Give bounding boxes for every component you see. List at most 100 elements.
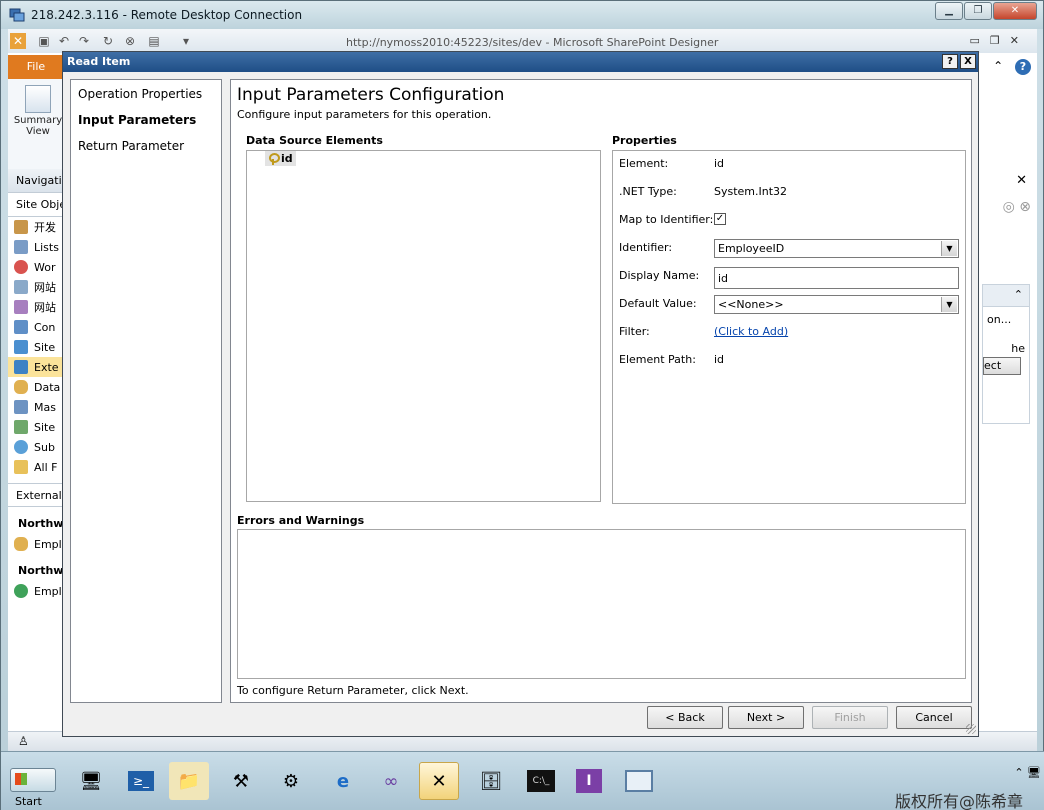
nav-operation-properties[interactable]: Operation Properties — [71, 84, 221, 104]
dialog-navigation: Operation Properties Input Parameters Re… — [70, 79, 222, 703]
cancel-button[interactable]: Cancel — [896, 706, 972, 729]
map-to-identifier-checkbox[interactable]: ✓ — [714, 213, 726, 225]
nav-item[interactable]: Employ — [8, 581, 62, 601]
dialog-titlebar: Read Item ? X — [63, 52, 978, 72]
refresh-icon[interactable]: ↻ — [100, 33, 116, 49]
nav-item[interactable]: Wor — [8, 257, 62, 277]
close-button[interactable]: X — [960, 54, 976, 69]
nav-item[interactable]: Site — [8, 417, 62, 437]
nav-item[interactable]: Data — [8, 377, 62, 397]
nav-item[interactable]: Mas — [8, 397, 62, 417]
undo-icon[interactable]: ↶ — [56, 33, 72, 49]
element-path-value: id — [714, 353, 725, 366]
tree-node-id[interactable]: id — [265, 151, 296, 166]
summary-view-label: Summary View — [13, 115, 63, 137]
start-button[interactable]: Start — [10, 768, 56, 808]
default-value-label: Default Value: — [619, 297, 697, 310]
properties-label: Properties — [612, 134, 677, 147]
finish-button[interactable]: Finish — [812, 706, 888, 729]
add-filter-link[interactable]: (Click to Add) — [714, 325, 788, 338]
workflow-icon — [14, 260, 28, 274]
net-type-label: .NET Type: — [619, 185, 677, 198]
redo-icon[interactable]: ↷ — [76, 33, 92, 49]
filter-label: Filter: — [619, 325, 650, 338]
data-source-elements-label: Data Source Elements — [246, 134, 383, 147]
chevron-down-icon: ▼ — [941, 297, 957, 312]
home-icon — [14, 220, 28, 234]
tools-icon[interactable]: ⚒ — [221, 762, 261, 800]
customize-qat-icon[interactable]: ▾ — [178, 33, 194, 49]
stop-icon[interactable]: ⊗ — [122, 33, 138, 49]
visual-studio-icon[interactable]: ∞ — [371, 762, 411, 800]
system-tray[interactable]: ⌃ 🖥 — [1014, 766, 1041, 779]
footer-note: To configure Return Parameter, click Nex… — [237, 684, 469, 697]
nav-item[interactable]: Sub — [8, 437, 62, 457]
errors-warnings-label: Errors and Warnings — [237, 514, 365, 527]
collapse-ribbon-icon[interactable]: ⌃ — [993, 59, 1003, 73]
display-name-field[interactable]: id — [714, 267, 959, 289]
network-icon[interactable]: 🗄 — [471, 762, 511, 800]
help-button[interactable]: ? — [942, 54, 958, 69]
help-icon[interactable]: ? — [1015, 59, 1031, 75]
refresh-close-icons[interactable]: ◎ ⊗ — [1003, 199, 1031, 215]
nav-item[interactable]: 网站 — [8, 297, 62, 317]
taskbar: Start 🖥 ≥_ 📁 ⚒ ⚙ e ∞ ✕ 🗄 C:\_ I ⌃ 🖥 版权所有… — [1, 751, 1044, 810]
dialog-main-panel: Input Parameters Configuration Configure… — [230, 79, 972, 703]
data-sources-icon — [14, 380, 28, 394]
identifier-dropdown[interactable]: EmployeeID ▼ — [714, 239, 959, 258]
navigation-header: Navigati — [8, 169, 62, 193]
summary-view-button[interactable]: Summary View — [10, 85, 66, 137]
close-icon[interactable]: ✕ — [1016, 173, 1027, 188]
file-tab[interactable]: File — [8, 55, 64, 79]
powershell-icon[interactable]: ≥_ — [121, 762, 161, 800]
server-manager-icon[interactable]: 🖥 — [71, 762, 111, 800]
site-groups-icon — [14, 420, 28, 434]
page-subtitle: Configure input parameters for this oper… — [237, 108, 492, 121]
assets-icon — [14, 300, 28, 314]
page-title: Input Parameters Configuration — [237, 85, 505, 105]
resize-grip[interactable] — [966, 724, 976, 734]
page-icon — [14, 280, 28, 294]
site-objects-header[interactable]: Site Obje — [8, 193, 62, 217]
save-icon[interactable]: ▣ — [36, 33, 52, 49]
spd-window-controls[interactable]: ▭❐✕ — [970, 34, 1029, 47]
remote-desktop-icon — [9, 8, 25, 22]
internet-explorer-icon[interactable]: e — [323, 762, 363, 800]
window-icon[interactable] — [619, 762, 659, 800]
nav-return-parameter[interactable]: Return Parameter — [71, 136, 221, 156]
chevron-up-icon[interactable]: ⌃ — [983, 285, 1029, 307]
default-value-dropdown[interactable]: <<None>> ▼ — [714, 295, 959, 314]
command-prompt-icon[interactable]: C:\_ — [521, 762, 561, 800]
back-button[interactable]: < Back — [647, 706, 723, 729]
group-header: Northw — [18, 564, 62, 577]
quick-access-toolbar: ✕ ▣ ↶ ↷ ↻ ⊗ ▤ ▾ http://nymoss2010:45223/… — [8, 29, 1037, 53]
lists-icon — [14, 240, 28, 254]
folder-icon — [14, 460, 28, 474]
preview-icon[interactable]: ▤ — [146, 33, 162, 49]
nav-item-external-content-types[interactable]: Exte — [8, 357, 62, 377]
restore-button[interactable]: ❐ — [964, 2, 992, 20]
nav-item[interactable]: Lists — [8, 237, 62, 257]
nav-item[interactable]: Con — [8, 317, 62, 337]
close-button[interactable]: ✕ — [993, 2, 1037, 20]
nav-item[interactable]: All F — [8, 457, 62, 477]
minimize-button[interactable]: ▁ — [935, 2, 963, 20]
group-header: Northw — [18, 517, 62, 530]
display-name-label: Display Name: — [619, 269, 700, 282]
nav-item[interactable]: Employ — [8, 534, 62, 554]
element-label: Element: — [619, 157, 669, 170]
errors-warnings-box — [237, 529, 966, 679]
nav-item[interactable]: 开发 — [8, 217, 62, 237]
rdc-titlebar: 218.242.3.116 - Remote Desktop Connectio… — [1, 1, 1043, 29]
nav-item[interactable]: 网站 — [8, 277, 62, 297]
nav-input-parameters[interactable]: Input Parameters — [71, 110, 221, 130]
settings-gear-icon[interactable]: ⚙ — [271, 762, 311, 800]
watermark: 版权所有@陈希章 — [894, 792, 1023, 810]
nav-item[interactable]: Site — [8, 337, 62, 357]
next-button[interactable]: Next > — [728, 706, 804, 729]
explorer-icon[interactable]: 📁 — [169, 762, 209, 800]
select-button[interactable]: ect — [983, 357, 1021, 375]
sharepoint-designer-task-icon[interactable]: ✕ — [419, 762, 459, 800]
element-path-label: Element Path: — [619, 353, 696, 366]
infopath-icon[interactable]: I — [569, 762, 609, 800]
